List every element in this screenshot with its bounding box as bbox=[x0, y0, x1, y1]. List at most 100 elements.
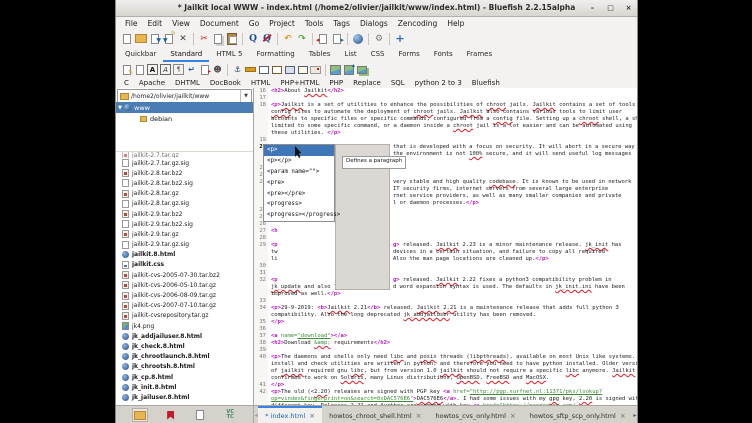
file-row[interactable]: jailkit.css bbox=[116, 260, 253, 270]
toolbar-tab-tables[interactable]: Tables bbox=[302, 49, 338, 62]
file-row[interactable]: jailkit.8.html bbox=[116, 250, 253, 260]
thumbnail-icon[interactable]: ▴ bbox=[343, 64, 354, 76]
toolbar-tab-list[interactable]: List bbox=[337, 49, 363, 62]
minimize-button[interactable]: – bbox=[588, 0, 597, 16]
menu-tags[interactable]: Tags bbox=[328, 19, 355, 28]
expander-icon[interactable]: ▼ bbox=[116, 105, 124, 111]
file-row[interactable]: jk_init.8.html bbox=[116, 382, 253, 392]
menu-go[interactable]: Go bbox=[244, 19, 264, 28]
file-row[interactable]: jailkit-cvs-2006-05-10.tar.gz bbox=[116, 280, 253, 290]
find-replace-icon[interactable]: Q bbox=[261, 32, 273, 45]
rule-icon[interactable] bbox=[245, 64, 256, 76]
lang-tab-bluefish[interactable]: Bluefish bbox=[467, 79, 505, 87]
doc-tab-howtos_cvs_only.html[interactable]: howtos_cvs_only.html× bbox=[429, 406, 523, 423]
undo-icon[interactable]: ↶ bbox=[282, 32, 294, 45]
doc-tab-index.html[interactable]: * index.html× bbox=[258, 406, 322, 423]
close-tab-icon[interactable]: × bbox=[309, 412, 315, 420]
italic-icon[interactable]: A bbox=[160, 64, 171, 76]
toolbar-tab-forms[interactable]: Forms bbox=[391, 49, 426, 62]
browser-preview-icon[interactable] bbox=[352, 32, 364, 45]
file-row[interactable]: jailkit-2.8.tar.bz2.sig bbox=[116, 178, 253, 188]
autocomplete-item[interactable]: <progress></progress> bbox=[264, 210, 334, 221]
menu-view[interactable]: View bbox=[167, 19, 195, 28]
lang-tab-c[interactable]: C bbox=[119, 79, 134, 87]
file-row[interactable]: jailkit-2.9.tar.gz.sig bbox=[116, 240, 253, 250]
file-row[interactable]: jk_check.8.html bbox=[116, 341, 253, 351]
close-tab-icon[interactable]: × bbox=[510, 412, 516, 420]
image-icon[interactable] bbox=[330, 64, 341, 76]
next-document-arrow[interactable]: ▸ bbox=[633, 406, 637, 423]
charmap-tab-icon[interactable]: VC TC bbox=[223, 409, 237, 421]
autocomplete-item[interactable]: <pre> bbox=[264, 177, 334, 188]
toolbar-tab-html-5[interactable]: HTML 5 bbox=[209, 49, 249, 62]
lang-tab-replace[interactable]: Replace bbox=[348, 79, 386, 87]
table-icon[interactable] bbox=[258, 64, 269, 76]
body-icon[interactable] bbox=[134, 64, 145, 76]
unindent-icon[interactable]: ◂ bbox=[317, 32, 329, 45]
menu-document[interactable]: Document bbox=[195, 19, 244, 28]
file-row[interactable]: jk4.png bbox=[116, 321, 253, 331]
tree-item-www[interactable]: ▼www bbox=[116, 102, 253, 113]
file-row[interactable]: jailkit-cvs-2006-08-09.tar.gz bbox=[116, 290, 253, 300]
find-icon[interactable]: Q bbox=[247, 32, 259, 45]
code-editor[interactable]: 16<h2>About Jailkit</h2>1718<p>Jailkit i… bbox=[254, 88, 637, 405]
table-data-icon[interactable] bbox=[297, 64, 308, 76]
toolbar-tab-quickbar[interactable]: Quickbar bbox=[118, 49, 163, 62]
lang-tab-docbook[interactable]: DocBook bbox=[205, 79, 246, 87]
tree-item-debian[interactable]: debian bbox=[116, 113, 253, 124]
close-button[interactable]: × bbox=[624, 0, 633, 16]
bold-icon[interactable]: A bbox=[147, 64, 158, 76]
menu-edit[interactable]: Edit bbox=[143, 19, 168, 28]
menu-zencoding[interactable]: Zencoding bbox=[393, 19, 443, 28]
break-icon[interactable]: ↵ bbox=[186, 64, 197, 76]
lang-tab-sql[interactable]: SQL bbox=[386, 79, 410, 87]
new-document-icon[interactable] bbox=[121, 32, 133, 45]
document-tab-icon[interactable] bbox=[193, 409, 207, 421]
multi-thumbnail-icon[interactable] bbox=[356, 64, 367, 76]
save-icon[interactable]: ▼ bbox=[149, 32, 161, 45]
titlebar[interactable]: * Jailkit local WWW - index.html (/home2… bbox=[116, 0, 637, 17]
close-tab-icon[interactable]: × bbox=[416, 412, 422, 420]
file-row[interactable]: jailkit-2.9.tar.bz2 bbox=[116, 209, 253, 219]
filebrowser-tab-icon[interactable] bbox=[132, 408, 148, 422]
quickstart-icon[interactable]: ✎ bbox=[121, 64, 132, 76]
toolbar-tab-standard[interactable]: Standard bbox=[163, 49, 209, 62]
file-row[interactable]: jailkit-2.7.tar.gz.sig bbox=[116, 158, 253, 168]
save-as-icon[interactable]: ▼✎ bbox=[163, 32, 175, 45]
menu-project[interactable]: Project bbox=[264, 19, 300, 28]
nbsp-icon[interactable]: ▸ bbox=[199, 64, 210, 76]
menu-dialogs[interactable]: Dialogs bbox=[355, 19, 393, 28]
file-row[interactable]: jk_chrootlaunch.8.html bbox=[116, 352, 253, 362]
indent-icon[interactable]: ▸ bbox=[331, 32, 343, 45]
table-row-icon[interactable] bbox=[271, 64, 282, 76]
paste-icon[interactable] bbox=[226, 32, 238, 45]
lang-tab-apache[interactable]: Apache bbox=[134, 79, 170, 87]
close-document-icon[interactable]: ✕ bbox=[177, 32, 189, 45]
menu-tools[interactable]: Tools bbox=[300, 19, 328, 28]
file-row[interactable]: jailkit-2.8.tar.gz.sig bbox=[116, 199, 253, 209]
file-row[interactable]: jailkit-cvsrepository.tar.gz bbox=[116, 311, 253, 321]
lang-tab-html[interactable]: HTML bbox=[246, 79, 275, 87]
directory-combo[interactable]: /home2/olivier/jailkit/www ▼ bbox=[117, 89, 252, 103]
file-row[interactable]: jailkit-cvs-2005-07-30.tar.bz2 bbox=[116, 270, 253, 280]
autocomplete-item[interactable]: <pre></pre> bbox=[264, 188, 334, 199]
file-row[interactable]: jailkit-2.9.tar.bz2.sig bbox=[116, 219, 253, 229]
file-row[interactable]: jk_chrootsh.8.html bbox=[116, 362, 253, 372]
autocomplete-item[interactable]: <param name=""> bbox=[264, 167, 334, 178]
redo-icon[interactable]: ↷ bbox=[296, 32, 308, 45]
file-row[interactable]: jailkit-2.8.tar.gz bbox=[116, 189, 253, 199]
file-row[interactable]: jailkit-2.9.tar.gz bbox=[116, 229, 253, 239]
lang-tab-dhtml[interactable]: DHTML bbox=[170, 79, 205, 87]
copy-icon[interactable] bbox=[212, 32, 224, 45]
author-icon[interactable]: ☻ bbox=[212, 64, 223, 76]
chevron-down-icon[interactable]: ▼ bbox=[240, 90, 251, 102]
maximize-button[interactable]: □ bbox=[606, 0, 615, 16]
file-row[interactable]: jailkit-2.7.tar.gz bbox=[116, 152, 253, 158]
toolbar-tab-css[interactable]: CSS bbox=[364, 49, 392, 62]
file-row[interactable]: jk_addjailuser.8.html bbox=[116, 331, 253, 341]
doc-tab-howtos_chroot_shell.html[interactable]: howtos_chroot_shell.html× bbox=[322, 406, 428, 423]
bookmarks-tab-icon[interactable] bbox=[164, 409, 178, 421]
doc-tab-howtos_sftp_scp_only.html[interactable]: howtos_sftp_scp_only.html× bbox=[523, 406, 633, 423]
toolbar-tab-frames[interactable]: Frames bbox=[460, 49, 499, 62]
file-row[interactable]: jailkit-2.8.tar.bz2 bbox=[116, 168, 253, 178]
